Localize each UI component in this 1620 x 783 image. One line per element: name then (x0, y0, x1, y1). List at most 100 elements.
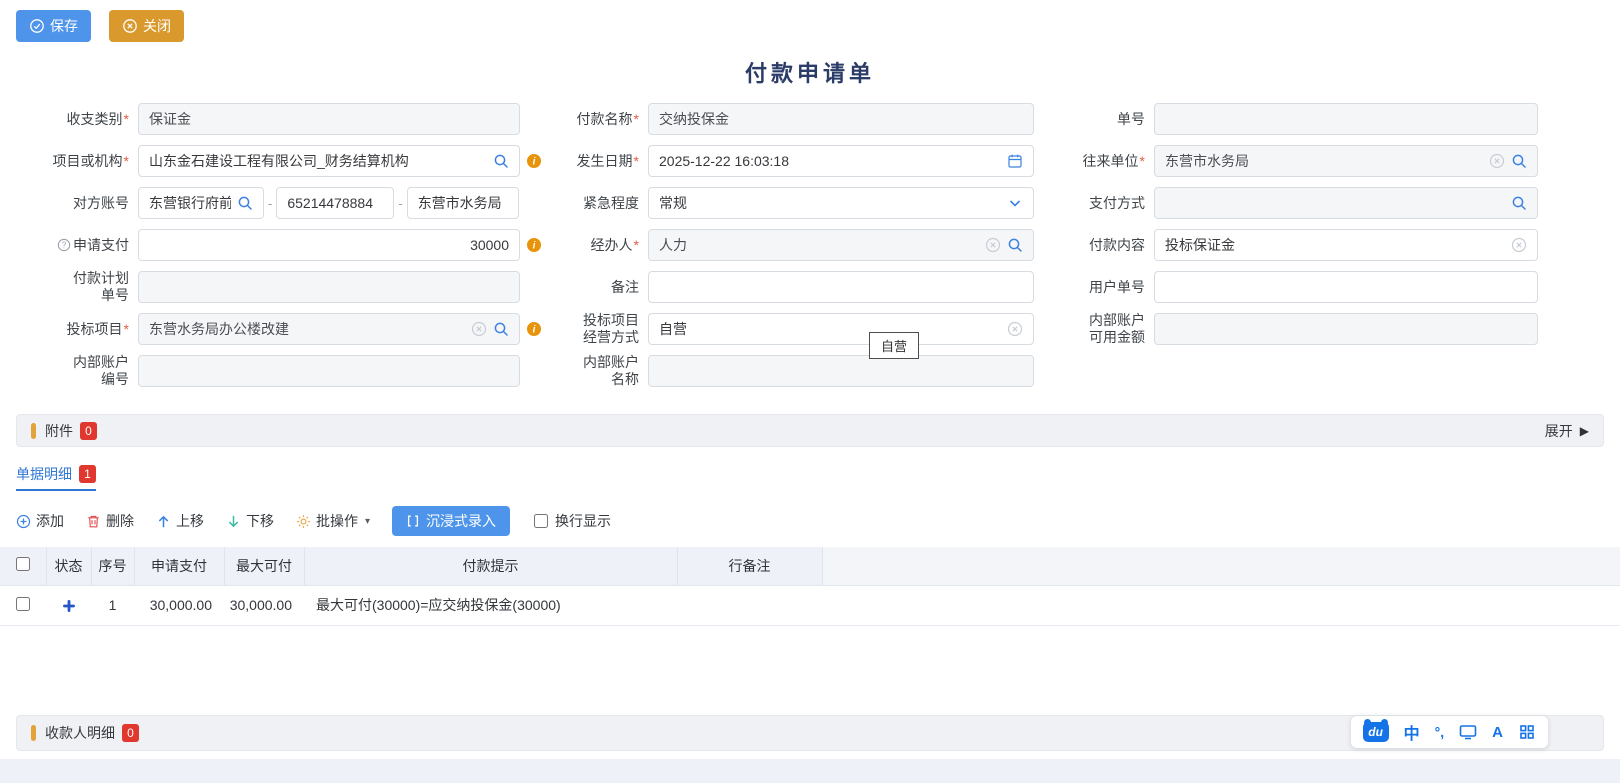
pay-method-input[interactable] (1165, 188, 1505, 218)
doc-no-label: 单号 (1034, 111, 1154, 128)
bid-project-info[interactable]: i (520, 321, 544, 337)
search-icon[interactable] (493, 321, 509, 337)
clear-icon[interactable] (1007, 321, 1023, 337)
tab-detail-count-badge: 1 (79, 465, 96, 483)
pay-content-field (1154, 229, 1538, 261)
internal-no-input[interactable] (149, 356, 509, 386)
add-row-button[interactable]: 添加 (16, 511, 64, 531)
tab-detail[interactable]: 单据明细 1 (16, 465, 96, 491)
row-apply-amount: 30,000.00 (134, 585, 224, 625)
move-up-button[interactable]: 上移 (156, 511, 204, 531)
svg-text:i: i (533, 241, 536, 252)
form-column-1: 收支类别* 项目或机构* i 对方账号 (16, 98, 544, 392)
opponent-account-name-input[interactable] (418, 188, 508, 218)
move-down-button[interactable]: 下移 (226, 511, 274, 531)
project-org-input[interactable] (149, 146, 487, 176)
payment-name-input[interactable] (659, 104, 1023, 134)
clear-icon[interactable] (1511, 237, 1527, 253)
search-icon[interactable] (1511, 153, 1527, 169)
income-type-label: 收支类别* (16, 111, 138, 128)
tab-bar: 单据明细 1 (16, 465, 1604, 491)
opponent-bank-input[interactable] (149, 188, 231, 218)
table-row: 1 30,000.00 30,000.00 最大可付(30000)=应交纳投保金… (0, 585, 1620, 625)
apply-amount-field (138, 229, 520, 261)
handler-field (648, 229, 1034, 261)
wrap-display-option: 换行显示 (534, 511, 611, 531)
urgency-select[interactable] (648, 187, 1034, 219)
delete-row-button[interactable]: 删除 (86, 511, 134, 531)
close-button-label: 关闭 (143, 16, 171, 36)
bid-project-input[interactable] (149, 314, 465, 344)
field-occur-date: 发生日期* (544, 140, 1034, 182)
x-circle-icon (122, 18, 138, 34)
row-status-add-icon[interactable] (46, 585, 91, 625)
help-icon[interactable]: ? (57, 238, 71, 252)
pay-method-label: 支付方式 (1034, 195, 1154, 212)
payment-application-page: 保存 关闭 付款申请单 收支类别* 项目或机构* (0, 0, 1620, 783)
counterparty-input[interactable] (1165, 146, 1483, 176)
calendar-icon[interactable] (1007, 153, 1023, 169)
info-icon: i (526, 237, 542, 253)
remark-input[interactable] (659, 272, 1023, 302)
clear-icon[interactable] (471, 321, 487, 337)
pay-content-input[interactable] (1165, 230, 1505, 260)
apply-amount-info[interactable]: i (520, 237, 544, 253)
chevron-down-icon[interactable] (1007, 195, 1023, 211)
ime-toolbar: du 中 °, A (1351, 716, 1548, 748)
opponent-account-no-input[interactable] (287, 188, 383, 218)
search-icon[interactable] (1007, 237, 1023, 253)
clear-icon[interactable] (985, 237, 1001, 253)
counterparty-field (1154, 145, 1538, 177)
bid-mode-input[interactable] (659, 314, 1001, 344)
ime-language-mode[interactable]: 中 (1404, 720, 1420, 744)
svg-text:i: i (533, 325, 536, 336)
row-remark (677, 585, 822, 625)
row-seq: 1 (91, 585, 134, 625)
handler-input[interactable] (659, 230, 979, 260)
batch-operation-button[interactable]: 批操作 ▾ (296, 511, 370, 531)
payment-name-label: 付款名称* (544, 111, 648, 128)
attachment-section-bar[interactable]: 附件 0 展开 ▶ (16, 414, 1604, 447)
baidu-ime-logo[interactable]: du (1363, 722, 1389, 742)
col-hint: 付款提示 (304, 547, 677, 585)
apply-amount-input[interactable] (149, 230, 509, 260)
doc-no-input[interactable] (1165, 104, 1527, 134)
occur-date-label: 发生日期* (544, 153, 648, 170)
search-icon[interactable] (493, 153, 509, 169)
search-icon[interactable] (1511, 195, 1527, 211)
expand-label: 展开 (1545, 421, 1573, 441)
field-bid-project: 投标项目* i (16, 308, 544, 350)
urgency-input[interactable] (659, 188, 1001, 218)
pay-content-label: 付款内容 (1034, 237, 1154, 254)
close-button[interactable]: 关闭 (109, 10, 184, 42)
form-area: 收支类别* 项目或机构* i 对方账号 (0, 98, 1620, 392)
internal-name-input[interactable] (659, 356, 1023, 386)
ime-keyboard-icon[interactable] (1459, 724, 1477, 740)
row-checkbox[interactable] (16, 597, 30, 611)
search-icon[interactable] (237, 195, 253, 211)
attachment-title: 附件 (45, 421, 73, 441)
internal-available-input[interactable] (1165, 314, 1527, 344)
project-org-info[interactable]: i (520, 153, 544, 169)
ime-tools-grid-icon[interactable] (1518, 724, 1536, 740)
opponent-account-group: - - (138, 187, 520, 219)
form-column-2: 付款名称* 发生日期* 紧急程度 (544, 98, 1034, 392)
expand-button[interactable]: 展开 ▶ (1545, 421, 1589, 441)
plan-no-input[interactable] (149, 272, 509, 302)
immersive-entry-button[interactable]: 沉浸式录入 (392, 506, 510, 536)
user-doc-no-input[interactable] (1165, 272, 1527, 302)
info-icon: i (526, 321, 542, 337)
wrap-display-checkbox[interactable] (534, 514, 548, 528)
check-circle-icon (29, 18, 45, 34)
save-button[interactable]: 保存 (16, 10, 91, 42)
occur-date-input[interactable] (659, 146, 1001, 176)
clear-icon[interactable] (1489, 153, 1505, 169)
save-button-label: 保存 (50, 16, 78, 36)
internal-no-label: 内部账户 编号 (16, 354, 138, 388)
income-type-input[interactable] (149, 104, 509, 134)
select-all-checkbox[interactable] (16, 557, 30, 571)
row-max-amount: 30,000.00 (224, 585, 304, 625)
field-payment-name: 付款名称* (544, 98, 1034, 140)
ime-letter-mode[interactable]: A (1492, 724, 1503, 741)
ime-punctuation-mode[interactable]: °, (1435, 724, 1445, 740)
